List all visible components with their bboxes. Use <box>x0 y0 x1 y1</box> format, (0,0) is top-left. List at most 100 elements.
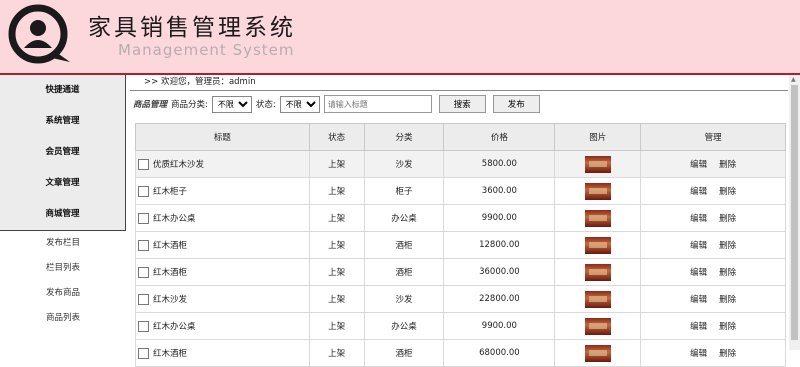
table-row[interactable]: 红木酒柜 上架 酒柜 12800.00 编辑 删除 <box>135 231 786 259</box>
row-checkbox[interactable] <box>138 159 149 170</box>
cell-status: 上架 <box>308 177 365 205</box>
main-content: >> 欢迎您，管理员：admin 商品管理 商品分类: 不限 状态: 不限 搜索… <box>130 75 788 367</box>
cell-status: 上架 <box>308 258 365 286</box>
sidebar-item-system[interactable]: 系统管理 <box>0 106 125 137</box>
product-thumbnail[interactable] <box>584 263 611 281</box>
section-label: 商品管理 <box>133 100 168 110</box>
row-checkbox[interactable] <box>138 321 149 332</box>
delete-link[interactable]: 删除 <box>719 160 736 170</box>
cell-price: 12800.00 <box>443 231 556 259</box>
row-checkbox[interactable] <box>138 240 149 251</box>
table-header-row: 标题 状态 分类 价格 图片 管理 <box>135 123 786 151</box>
row-checkbox[interactable] <box>138 186 149 197</box>
edit-link[interactable]: 编辑 <box>690 349 707 359</box>
edit-link[interactable]: 编辑 <box>690 187 707 197</box>
product-thumbnail[interactable] <box>584 182 611 200</box>
delete-link[interactable]: 删除 <box>719 241 736 251</box>
product-thumbnail[interactable] <box>584 155 611 173</box>
status-label: 状态: <box>255 100 276 110</box>
cell-category: 沙发 <box>363 285 445 313</box>
cell-price: 36000.00 <box>443 258 556 286</box>
delete-link[interactable]: 删除 <box>719 268 736 278</box>
vertical-scrollbar[interactable]: ▲ <box>789 75 800 350</box>
edit-link[interactable]: 编辑 <box>690 322 707 332</box>
sidebar-subitem-product-list[interactable]: 商品列表 <box>0 306 126 331</box>
delete-link[interactable]: 删除 <box>719 322 736 332</box>
header-title: 标题 <box>135 123 310 151</box>
cell-title: 红木柜子 <box>135 177 310 205</box>
row-checkbox[interactable] <box>138 294 149 305</box>
cell-manage: 编辑 删除 <box>640 150 786 178</box>
cell-title: 红木办公桌 <box>135 204 310 232</box>
cell-title: 红木酒柜 <box>135 258 310 286</box>
product-title: 红木酒柜 <box>153 349 188 359</box>
cell-image <box>554 339 642 367</box>
user-chat-logo-icon <box>8 4 70 64</box>
cell-image <box>554 150 642 178</box>
category-label: 商品分类: <box>171 100 208 110</box>
filter-toolbar: 商品管理 商品分类: 不限 状态: 不限 搜索 发布 <box>130 91 788 117</box>
cell-title: 红木沙发 <box>135 285 310 313</box>
sidebar-item-articles[interactable]: 文章管理 <box>0 168 125 199</box>
search-button[interactable]: 搜索 <box>438 95 486 113</box>
row-checkbox[interactable] <box>138 267 149 278</box>
search-input[interactable] <box>323 95 432 113</box>
header-category: 分类 <box>363 123 445 151</box>
product-thumbnail[interactable] <box>584 209 611 227</box>
table-row[interactable]: 红木柜子 上架 柜子 3600.00 编辑 删除 <box>135 177 786 205</box>
table-row[interactable]: 红木办公桌 上架 办公桌 9900.00 编辑 删除 <box>135 204 786 232</box>
cell-image <box>554 258 642 286</box>
header-status: 状态 <box>308 123 365 151</box>
delete-link[interactable]: 删除 <box>719 214 736 224</box>
delete-link[interactable]: 删除 <box>719 295 736 305</box>
edit-link[interactable]: 编辑 <box>690 268 707 278</box>
category-select[interactable]: 不限 <box>211 95 252 113</box>
cell-category: 酒柜 <box>363 258 445 286</box>
sidebar-item-members[interactable]: 会员管理 <box>0 137 125 168</box>
scroll-up-arrow-icon[interactable]: ▲ <box>791 76 796 83</box>
sidebar-item-mall[interactable]: 商城管理 <box>0 199 125 230</box>
scrollbar-thumb[interactable] <box>791 85 798 340</box>
product-thumbnail[interactable] <box>584 290 611 308</box>
edit-link[interactable]: 编辑 <box>690 241 707 251</box>
edit-link[interactable]: 编辑 <box>690 295 707 305</box>
product-thumbnail[interactable] <box>584 236 611 254</box>
welcome-text: >> 欢迎您，管理员：admin <box>130 75 788 91</box>
product-title: 红木柜子 <box>153 187 188 197</box>
cell-status: 上架 <box>308 285 365 313</box>
cell-image <box>554 312 642 340</box>
cell-status: 上架 <box>308 312 365 340</box>
delete-link[interactable]: 删除 <box>719 187 736 197</box>
cell-manage: 编辑 删除 <box>640 339 786 367</box>
edit-link[interactable]: 编辑 <box>690 214 707 224</box>
table-row[interactable]: 红木沙发 上架 沙发 22800.00 编辑 删除 <box>135 285 786 313</box>
edit-link[interactable]: 编辑 <box>690 160 707 170</box>
table-row[interactable]: 红木酒柜 上架 酒柜 36000.00 编辑 删除 <box>135 258 786 286</box>
sidebar: 快捷通道 系统管理 会员管理 文章管理 商城管理 发布栏目 栏目列表 发布商品 … <box>0 75 126 350</box>
table-row[interactable]: 优质红木沙发 上架 沙发 5800.00 编辑 删除 <box>135 150 786 178</box>
cell-status: 上架 <box>308 231 365 259</box>
cell-status: 上架 <box>308 150 365 178</box>
delete-link[interactable]: 删除 <box>719 349 736 359</box>
cell-image <box>554 204 642 232</box>
cell-image <box>554 285 642 313</box>
sidebar-sub-menu: 发布栏目 栏目列表 发布商品 商品列表 <box>0 231 126 331</box>
product-title: 红木酒柜 <box>153 241 188 251</box>
table-row[interactable]: 红木酒柜 上架 酒柜 68000.00 编辑 删除 <box>135 339 786 367</box>
product-thumbnail[interactable] <box>584 344 611 362</box>
status-select[interactable]: 不限 <box>279 95 320 113</box>
row-checkbox[interactable] <box>138 213 149 224</box>
sidebar-subitem-publish-column[interactable]: 发布栏目 <box>0 231 126 256</box>
product-table: 标题 状态 分类 价格 图片 管理 优质红木沙发 上架 沙发 5800.00 编辑 删除红… <box>135 123 786 367</box>
cell-manage: 编辑 删除 <box>640 231 786 259</box>
sidebar-item-quick-access[interactable]: 快捷通道 <box>0 75 125 106</box>
cell-category: 沙发 <box>363 150 445 178</box>
cell-category: 酒柜 <box>363 231 445 259</box>
sidebar-subitem-column-list[interactable]: 栏目列表 <box>0 256 126 281</box>
cell-category: 办公桌 <box>363 204 445 232</box>
publish-button[interactable]: 发布 <box>492 95 540 113</box>
cell-price: 68000.00 <box>443 339 556 367</box>
product-thumbnail[interactable] <box>584 317 611 335</box>
table-row[interactable]: 红木办公桌 上架 办公桌 9900.00 编辑 删除 <box>135 312 786 340</box>
sidebar-subitem-publish-product[interactable]: 发布商品 <box>0 281 126 306</box>
